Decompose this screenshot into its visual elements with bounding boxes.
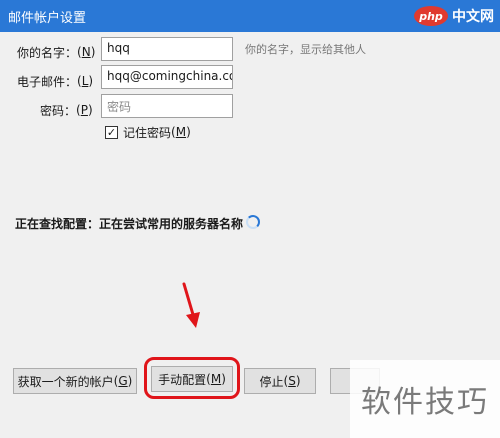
bottom-watermark: 软件技巧 (350, 360, 500, 438)
password-label: 密码： (P) (40, 103, 93, 118)
dialog-body: 你的名字： (N) hqq 你的名字，显示给其他人 电子邮件： (L) hqq@… (0, 32, 500, 438)
status-text: 正在查找配置：正在尝试常用的服务器名称 (15, 217, 244, 231)
name-accesskey: N (81, 45, 91, 59)
new-account-button[interactable]: 获取一个新的帐户(G) (13, 368, 137, 394)
name-hint: 你的名字，显示给其他人 (245, 43, 366, 56)
email-label: 电子邮件： (L) (17, 74, 94, 89)
stop-button[interactable]: 停止(S) (244, 368, 316, 394)
remember-password-checkbox[interactable]: ✓ (105, 126, 118, 139)
password-accesskey: P (80, 103, 88, 117)
email-input[interactable]: hqq@comingchina.com (101, 65, 233, 89)
remember-accesskey: M (175, 125, 187, 139)
php-logo: php (414, 6, 448, 26)
red-arrow-icon (182, 282, 200, 328)
email-accesskey: L (81, 74, 89, 88)
watermark-site-name: 中文网 (452, 9, 494, 25)
title-bar: 邮件帐户设置 php 中文网 (0, 0, 500, 32)
manual-config-button[interactable]: 手动配置(M) (151, 366, 233, 392)
name-label: 你的名字： (N) (17, 45, 96, 60)
name-input[interactable]: hqq (101, 37, 233, 61)
site-watermark: php 中文网 (414, 4, 494, 28)
window-title: 邮件帐户设置 (8, 11, 87, 26)
loading-spinner-icon (246, 215, 260, 229)
remember-password-label[interactable]: 记住密码 (M) (123, 123, 191, 141)
password-input[interactable]: 密码 (101, 94, 233, 118)
